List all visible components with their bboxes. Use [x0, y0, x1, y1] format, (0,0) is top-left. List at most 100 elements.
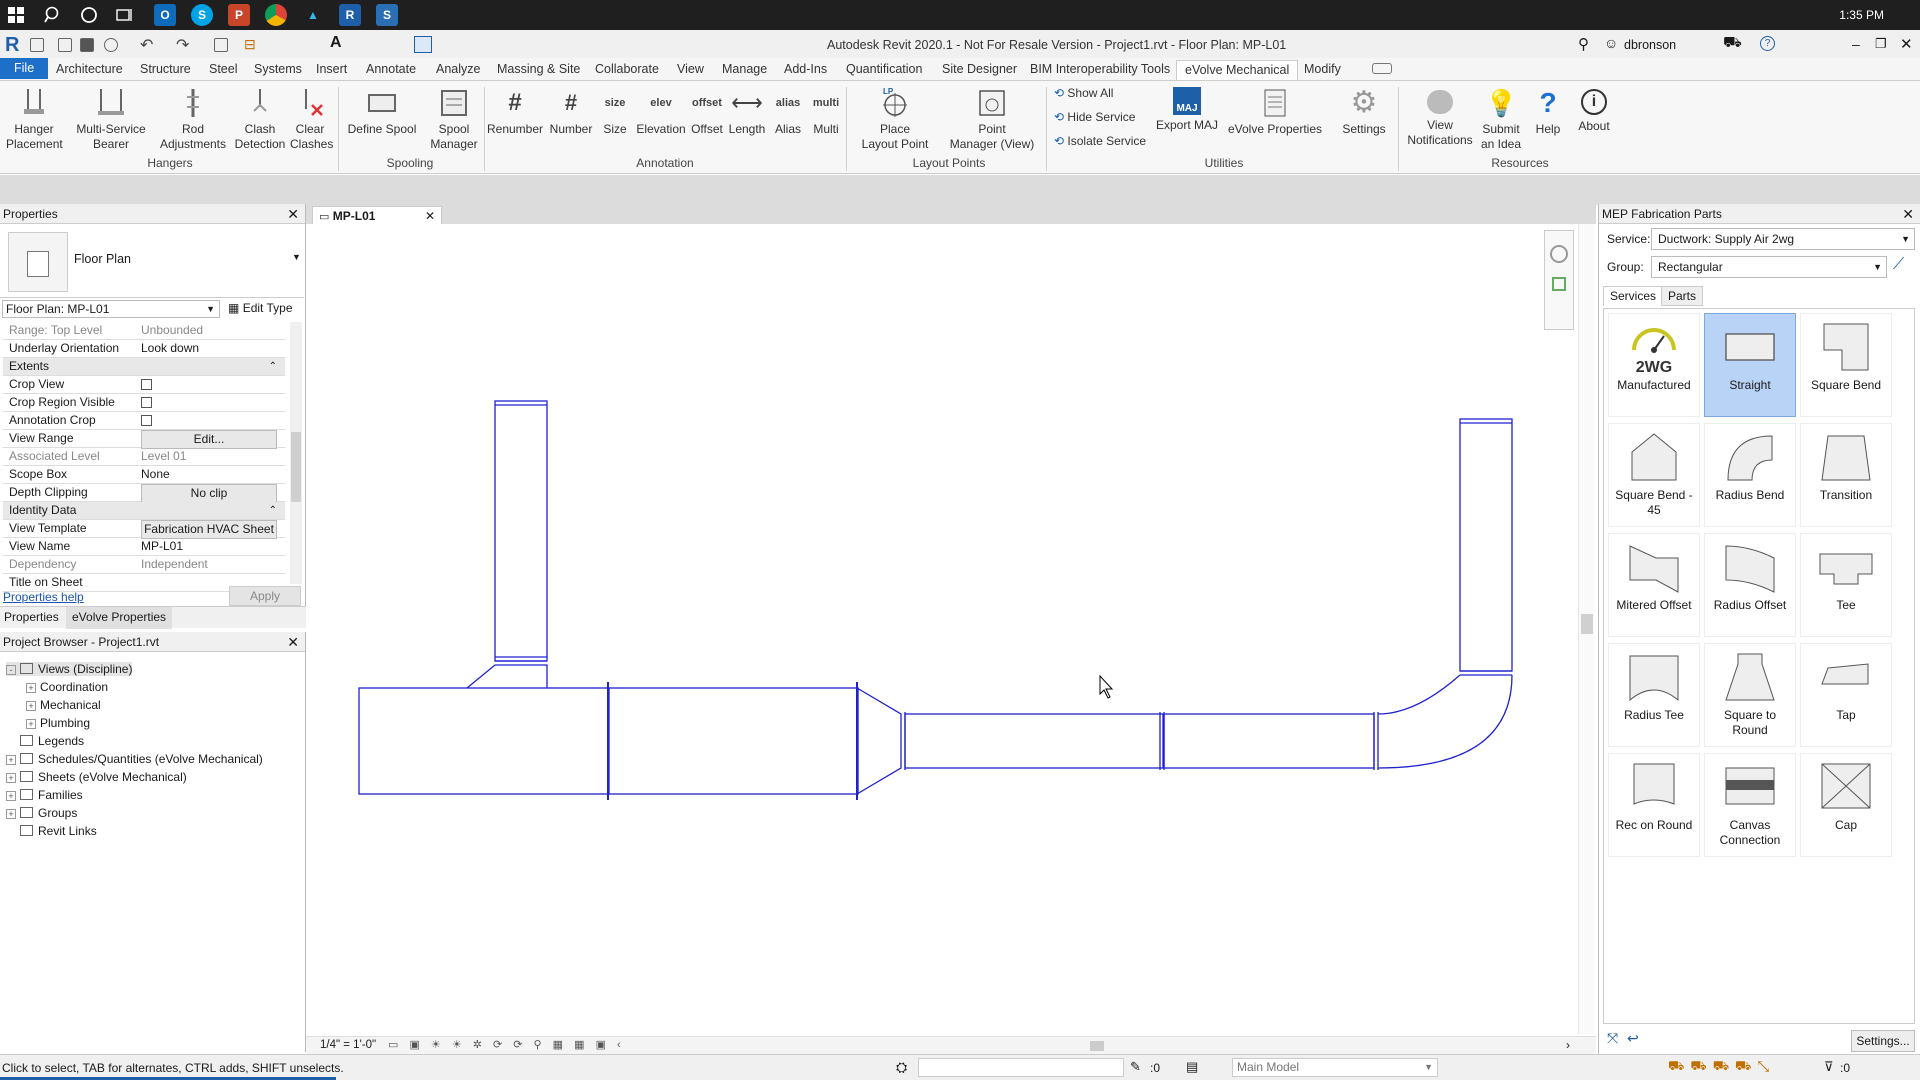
part-square-bend[interactable]: Square Bend — [1800, 313, 1892, 417]
hide-service-button[interactable]: ⟲ Hide Service — [1054, 110, 1135, 124]
property-section[interactable]: Identity Data ⌃ — [3, 502, 285, 520]
property-button[interactable]: Edit... — [141, 430, 277, 449]
close-icon[interactable]: ✕ — [425, 207, 435, 225]
define-spool-button[interactable]: Define Spool — [344, 83, 420, 137]
transition-fitting[interactable] — [856, 687, 902, 795]
expand-icon[interactable]: + — [26, 701, 36, 711]
outlook-icon[interactable]: O — [154, 4, 176, 26]
browser-item[interactable]: + Plumbing — [26, 716, 90, 730]
chevron-down-icon[interactable]: ▼ — [292, 252, 301, 262]
part-radius-bend[interactable]: Radius Bend — [1704, 423, 1796, 527]
scrollbar[interactable] — [290, 322, 302, 584]
expand-icon[interactable]: + — [6, 791, 16, 801]
navigation-bar[interactable] — [1544, 230, 1574, 330]
multi-button[interactable]: multi Multi — [808, 83, 844, 137]
part-tee[interactable]: Tee — [1800, 533, 1892, 637]
part-cap[interactable]: Cap — [1800, 753, 1892, 857]
hanger-placement-button[interactable]: Hanger Placement — [6, 83, 63, 152]
tab-steel[interactable]: Steel — [209, 60, 238, 80]
close-icon[interactable]: ✕ — [287, 204, 299, 224]
expand-icon[interactable]: + — [6, 755, 16, 765]
restore-icon[interactable]: ❐ — [1875, 36, 1887, 52]
collapse-icon[interactable]: - — [6, 665, 16, 675]
windows-icon[interactable] — [8, 7, 24, 23]
small-duct-segment-2[interactable] — [1163, 713, 1375, 769]
tab-site-designer[interactable]: Site Designer — [942, 60, 1017, 80]
help-circle-icon[interactable]: ? — [1760, 36, 1775, 51]
property-section[interactable]: Extents ⌃ — [3, 358, 285, 376]
editing-icon[interactable]: ✎ — [1130, 1059, 1141, 1075]
powerpoint-icon[interactable]: P — [228, 4, 250, 26]
user-icon[interactable]: ☺ — [1604, 35, 1618, 51]
search-icon[interactable] — [44, 6, 62, 27]
part-radius-tee[interactable]: Radius Tee — [1608, 643, 1700, 747]
cart-icon[interactable]: ⛟ — [1723, 34, 1742, 53]
model-dropdown[interactable]: Main Model ▼ — [1232, 1058, 1438, 1077]
part-mitered-offset[interactable]: Mitered Offset — [1608, 533, 1700, 637]
length-button[interactable]: ⟷ Length — [726, 83, 768, 137]
close-icon[interactable]: ✕ — [287, 632, 299, 652]
zoom-icon[interactable] — [1552, 277, 1566, 291]
part-transition[interactable]: Transition — [1800, 423, 1892, 527]
main-duct-segment-1[interactable] — [358, 687, 610, 795]
user-name[interactable]: dbronson — [1624, 38, 1676, 52]
part-rec-on-round[interactable]: Rec on Round — [1608, 753, 1700, 857]
tab-massing-site[interactable]: Massing & Site — [497, 60, 580, 80]
text-icon[interactable]: A — [330, 34, 342, 52]
renumber-button[interactable]: # Renumber — [486, 83, 544, 137]
checkbox[interactable] — [141, 415, 152, 426]
tab-evolve-mechanical[interactable]: eVolve Mechanical — [1176, 60, 1299, 80]
ruler-icon[interactable]: ⟋ — [1893, 256, 1904, 274]
browser-item[interactable]: + Sheets (eVolve Mechanical) — [6, 770, 187, 784]
tab-quantification[interactable]: Quantification — [846, 60, 922, 80]
property-value[interactable]: MP-L01 — [141, 538, 277, 555]
view-scale[interactable]: 1/4" = 1'-0" — [320, 1039, 376, 1051]
alias-button[interactable]: alias Alias — [770, 83, 806, 137]
tab-modify[interactable]: Modify — [1304, 60, 1341, 80]
clock[interactable]: 1:35 PM — [1839, 8, 1884, 22]
about-button[interactable]: i About — [1572, 83, 1616, 134]
revit-icon[interactable]: R — [339, 4, 361, 26]
offset-button[interactable]: offset Offset — [688, 83, 726, 137]
open-folder-icon[interactable] — [58, 38, 72, 52]
filter-icon[interactable]: ⊽ — [1824, 1059, 1834, 1075]
apply-button[interactable]: Apply — [229, 586, 301, 606]
expand-icon[interactable]: + — [6, 773, 16, 783]
isolate-service-button[interactable]: ⟲ Isolate Service — [1054, 134, 1146, 148]
tab-manage[interactable]: Manage — [722, 60, 767, 80]
collapse-icon[interactable]: ⌃ — [269, 502, 277, 519]
main-duct-segment-2[interactable] — [607, 687, 859, 795]
tab-insert[interactable]: Insert — [316, 60, 347, 80]
chevron-right-icon[interactable]: › — [1566, 1038, 1570, 1052]
group-dropdown[interactable]: Rectangular ▼ — [1651, 256, 1887, 278]
tab-services[interactable]: Services — [1603, 286, 1664, 306]
drawing-canvas[interactable] — [306, 224, 1596, 1034]
duct-drawing[interactable] — [306, 224, 1596, 1034]
tab-annotate[interactable]: Annotate — [366, 60, 416, 80]
show-all-button[interactable]: ⟲ Show All — [1054, 86, 1113, 100]
property-button[interactable]: No clip — [141, 484, 277, 503]
ribbon-options-icon[interactable] — [1372, 63, 1392, 74]
tab-parts[interactable]: Parts — [1661, 286, 1704, 306]
view-notifications-button[interactable]: View Notifications — [1404, 83, 1476, 148]
export-maj-button[interactable]: MAJ Export MAJ — [1152, 83, 1222, 133]
size-button[interactable]: size Size — [598, 83, 632, 137]
browser-item[interactable]: + Schedules/Quantities (eVolve Mechanical… — [6, 752, 263, 766]
tab-systems[interactable]: Systems — [254, 60, 302, 80]
tab-collaborate[interactable]: Collaborate — [595, 60, 659, 80]
s-app-icon[interactable]: S — [376, 4, 398, 26]
tap-fitting[interactable] — [466, 664, 548, 689]
part-tap[interactable]: Tap — [1800, 643, 1892, 747]
instance-dropdown[interactable]: Floor Plan: MP-L01 ▼ — [2, 300, 220, 318]
back-icon[interactable]: ↩ — [1627, 1030, 1639, 1047]
browser-item[interactable]: + Groups — [6, 806, 77, 820]
property-value[interactable]: None — [141, 466, 277, 483]
measure-icon[interactable]: ⊟ — [244, 36, 256, 53]
tab-add-ins[interactable]: Add-Ins — [784, 60, 827, 80]
cortana-icon[interactable] — [80, 6, 98, 27]
radius-bend-fitting[interactable] — [1377, 674, 1513, 769]
vertical-duct-right[interactable] — [1459, 418, 1513, 672]
part-square-to-round[interactable]: Square to Round — [1704, 643, 1796, 747]
clear-clashes-button[interactable]: Clear Clashes — [290, 83, 333, 152]
property-value[interactable]: Look down — [141, 340, 277, 357]
